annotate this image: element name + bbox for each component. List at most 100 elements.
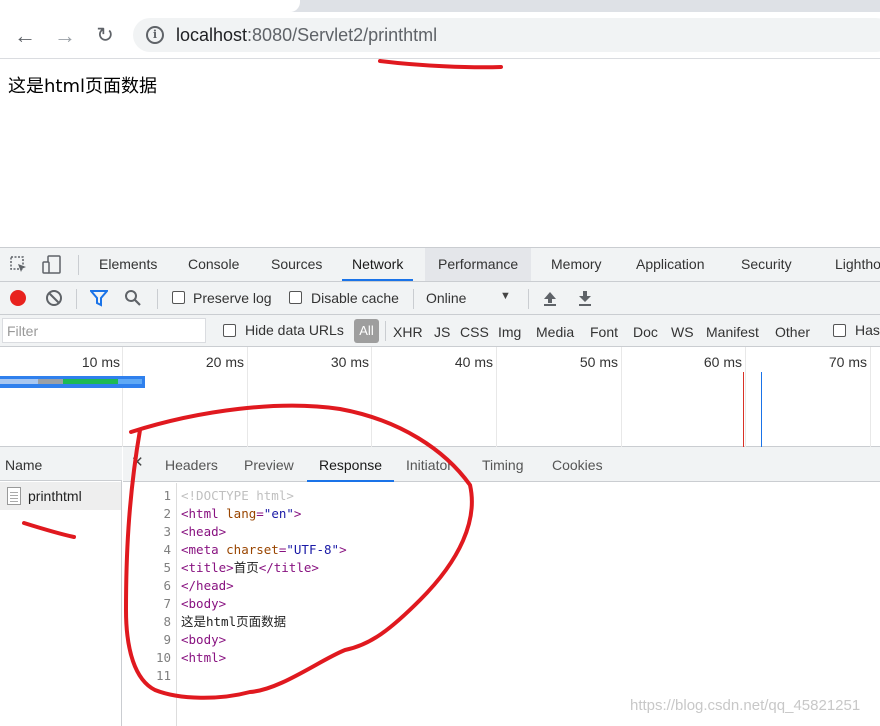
info-icon[interactable]: i xyxy=(146,26,164,44)
tab-timing[interactable]: Timing xyxy=(470,447,536,482)
watermark: https://blog.csdn.net/qq_45821251 xyxy=(630,697,861,714)
preserve-log-label: Preserve log xyxy=(193,290,272,306)
code-token: = xyxy=(256,506,264,521)
code-token: <head> xyxy=(181,524,227,539)
hide-data-urls-label: Hide data URLs xyxy=(245,322,344,338)
inspect-element-icon[interactable] xyxy=(10,256,28,274)
has-blocked-cookies-checkbox[interactable] xyxy=(833,324,846,337)
preserve-log-checkbox[interactable] xyxy=(172,291,185,304)
toolbar-divider xyxy=(76,289,77,309)
line-number: 6 xyxy=(163,578,171,593)
toolbar-divider xyxy=(528,289,529,309)
line-number: 3 xyxy=(163,524,171,539)
code-line: </head> xyxy=(181,577,234,595)
clear-icon[interactable] xyxy=(45,289,63,307)
line-number: 4 xyxy=(163,542,171,557)
tab-initiator[interactable]: Initiator xyxy=(394,447,464,482)
tab-sources[interactable]: Sources xyxy=(261,248,332,281)
code-token: charset xyxy=(226,542,279,557)
code-token: "UTF-8" xyxy=(286,542,340,557)
tab-console[interactable]: Console xyxy=(178,248,249,281)
filter-media-button[interactable]: Media xyxy=(536,324,574,340)
filter-all-button[interactable]: All xyxy=(354,319,379,343)
code-token: <!DOCTYPE html> xyxy=(181,488,294,503)
timeline-gridline xyxy=(247,347,248,447)
hide-data-urls-checkbox[interactable] xyxy=(223,324,236,337)
tab-headers[interactable]: Headers xyxy=(153,447,230,482)
back-arrow-icon[interactable]: ← xyxy=(11,22,39,50)
search-icon[interactable] xyxy=(124,289,142,307)
filter-css-button[interactable]: CSS xyxy=(460,324,489,340)
filter-font-button[interactable]: Font xyxy=(590,324,618,340)
request-name[interactable]: printhtml xyxy=(28,488,82,504)
timeline-gridline xyxy=(621,347,622,447)
code-line: 这是html页面数据 xyxy=(181,613,286,631)
tab-elements[interactable]: Elements xyxy=(89,248,167,281)
import-har-icon[interactable] xyxy=(542,290,558,306)
toolbar-divider xyxy=(385,321,386,341)
code-token: </title> xyxy=(258,560,319,575)
tab-application[interactable]: Application xyxy=(626,248,715,281)
devtools-tab-bar: Elements Console Sources Network Perform… xyxy=(0,247,880,282)
timeline-gridline xyxy=(870,347,871,447)
close-icon[interactable]: ✕ xyxy=(131,453,144,471)
url-text[interactable]: localhost:8080/Servlet2/printhtml xyxy=(176,24,437,46)
timeline-gridline xyxy=(496,347,497,447)
tab-network[interactable]: Network xyxy=(342,248,414,281)
line-number: 11 xyxy=(155,668,171,683)
code-line: <html> xyxy=(181,649,226,667)
throttling-select[interactable]: Online xyxy=(426,290,466,306)
code-token: > xyxy=(293,506,302,521)
record-icon[interactable] xyxy=(10,290,26,306)
timeline-tick-label: 40 ms xyxy=(454,354,493,370)
filter-js-button[interactable]: JS xyxy=(434,324,450,340)
filter-doc-button[interactable]: Doc xyxy=(633,324,658,340)
filter-ws-button[interactable]: WS xyxy=(671,324,694,340)
toolbar-divider xyxy=(78,255,79,275)
tab-response[interactable]: Response xyxy=(307,447,395,482)
line-number: 7 xyxy=(163,596,171,611)
domcontentloaded-line xyxy=(761,372,762,447)
filter-input[interactable]: Filter xyxy=(2,318,206,343)
filter-icon[interactable] xyxy=(90,290,108,307)
page-body-text: 这是html页面数据 xyxy=(8,76,158,97)
active-tab[interactable] xyxy=(0,0,300,12)
filter-other-button[interactable]: Other xyxy=(775,324,810,340)
chevron-down-icon[interactable]: ▼ xyxy=(500,290,511,302)
timeline-tick-label: 50 ms xyxy=(579,354,618,370)
tab-memory[interactable]: Memory xyxy=(541,248,612,281)
code-token: lang xyxy=(226,506,257,521)
code-token: "en" xyxy=(263,506,294,521)
code-token: <html xyxy=(181,506,227,521)
disable-cache-checkbox[interactable] xyxy=(289,291,302,304)
export-har-icon[interactable] xyxy=(577,290,593,306)
tab-performance[interactable]: Performance xyxy=(425,248,532,281)
name-column-header[interactable]: Name xyxy=(0,447,122,481)
code-token: <body> xyxy=(181,632,227,647)
code-token: 首页 xyxy=(233,560,259,575)
toolbar-divider xyxy=(413,289,414,309)
code-line: <title>首页</title> xyxy=(181,559,319,577)
filter-xhr-button[interactable]: XHR xyxy=(393,324,423,340)
disable-cache-label: Disable cache xyxy=(311,290,399,306)
code-line: <body> xyxy=(181,631,226,649)
device-toolbar-icon[interactable] xyxy=(42,255,62,275)
forward-arrow-icon[interactable]: → xyxy=(51,22,79,50)
filter-img-button[interactable]: Img xyxy=(498,324,521,340)
line-number: 1 xyxy=(163,488,171,503)
tab-lighthouse[interactable]: Lighthou xyxy=(825,248,880,281)
timing-segment-download xyxy=(118,379,142,384)
code-token: <html> xyxy=(181,650,227,665)
code-line: <html lang="en"> xyxy=(181,505,301,523)
underline-annotation xyxy=(378,59,503,70)
tab-preview[interactable]: Preview xyxy=(232,447,306,482)
tab-security[interactable]: Security xyxy=(731,248,802,281)
reload-icon[interactable]: ↻ xyxy=(91,22,119,50)
tab-cookies[interactable]: Cookies xyxy=(540,447,615,482)
line-number: 2 xyxy=(163,506,171,521)
code-line: <head> xyxy=(181,523,226,541)
timeline-tick-label: 20 ms xyxy=(205,354,244,370)
timeline-tick-label: 10 ms xyxy=(81,354,120,370)
code-token: 这是html页面数据 xyxy=(181,614,287,629)
filter-manifest-button[interactable]: Manifest xyxy=(706,324,759,340)
